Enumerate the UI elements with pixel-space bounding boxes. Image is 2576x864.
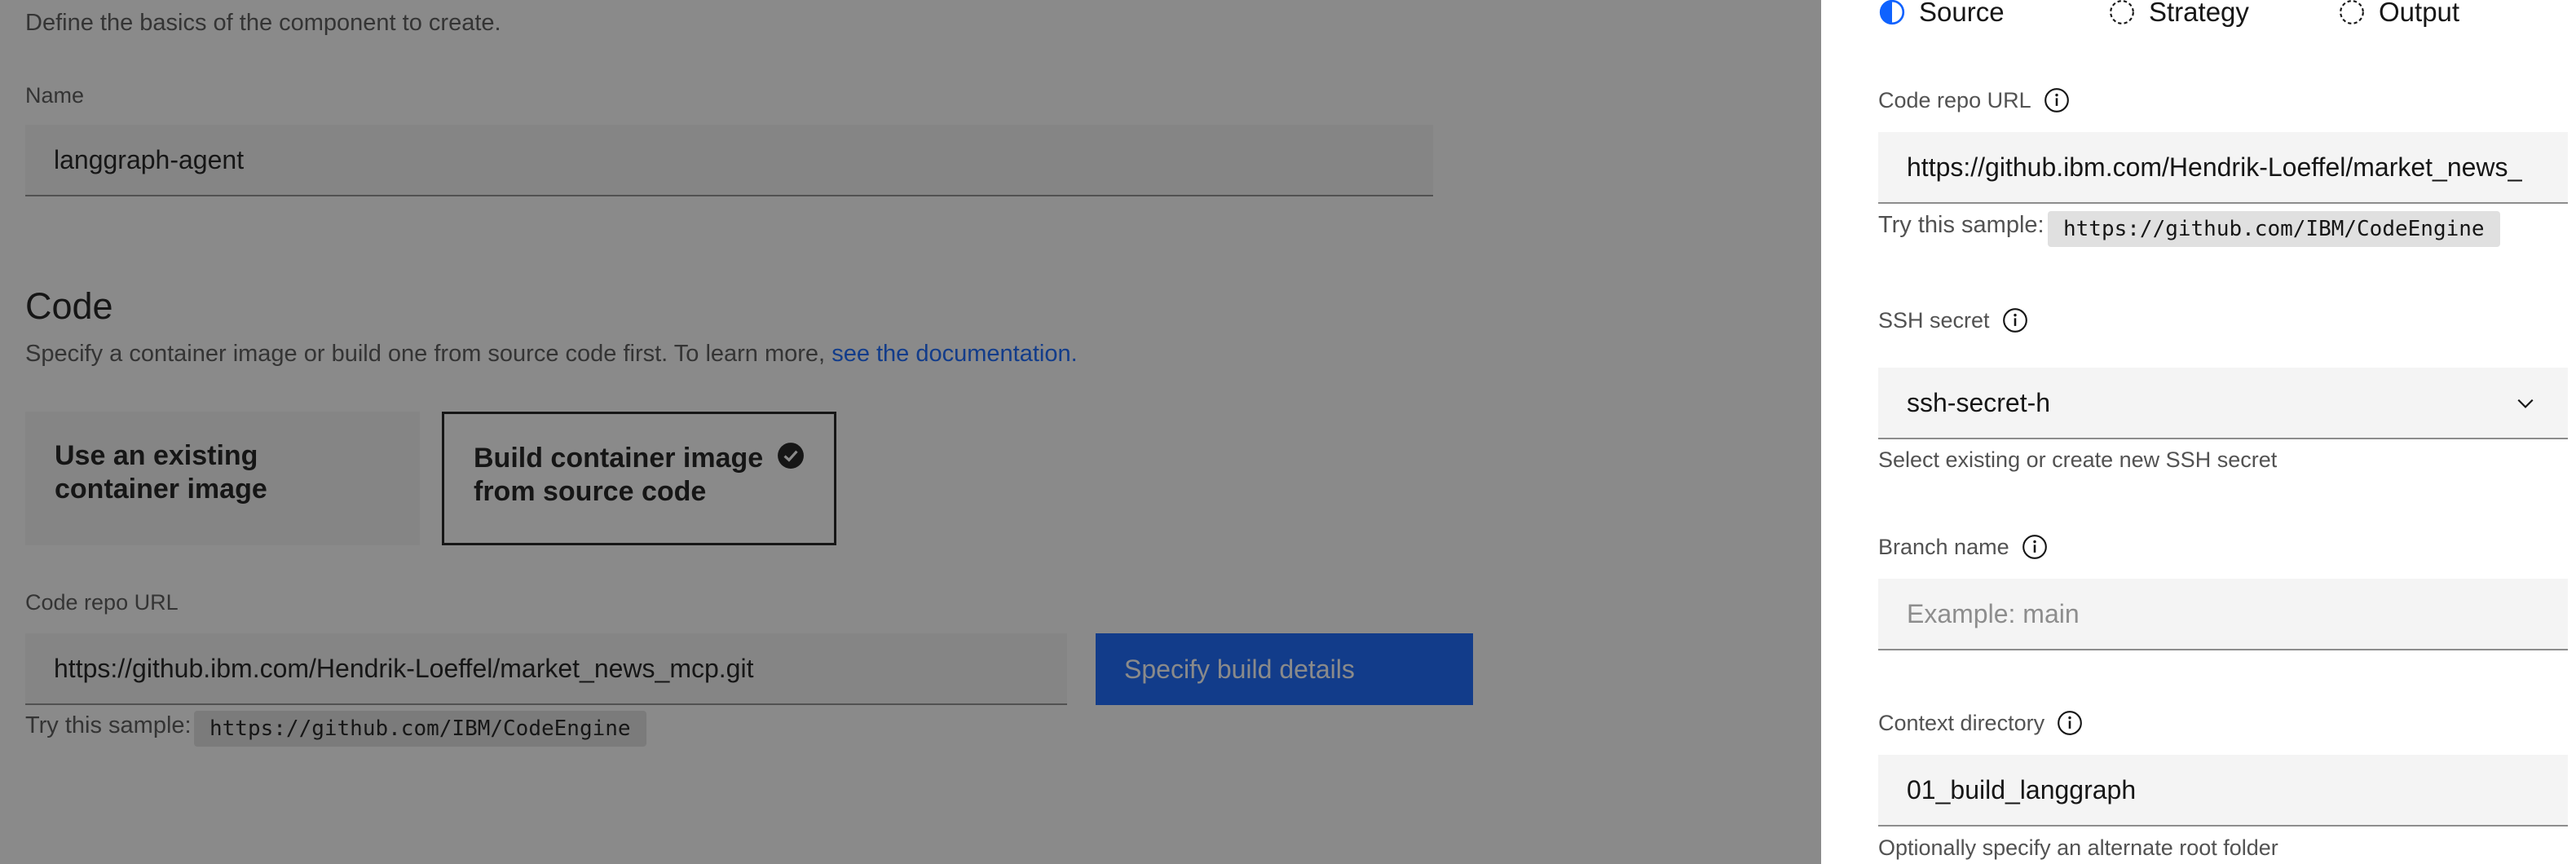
step-incomplete-icon [2110, 0, 2134, 24]
ssh-secret-select[interactable]: ssh-secret-h [1878, 368, 2568, 439]
ssh-secret-helper: Select existing or create new SSH secret [1878, 447, 2278, 472]
step-output-label: Output [2379, 0, 2460, 27]
panel-repo-url-value: https://github.ibm.com/Hendrik-Loeffel/m… [1907, 152, 2523, 182]
context-directory-input[interactable]: 01_build_langgraph [1878, 755, 2568, 827]
panel-repo-url-input[interactable]: https://github.ibm.com/Hendrik-Loeffel/m… [1878, 132, 2568, 204]
info-icon[interactable] [2056, 709, 2084, 737]
panel-sample-label: Try this sample: [1878, 212, 2044, 238]
context-directory-label-text: Context directory [1878, 710, 2045, 735]
context-directory-value: 01_build_langgraph [1907, 774, 2137, 804]
branch-name-label-text: Branch name [1878, 534, 2009, 559]
info-icon[interactable] [2043, 86, 2071, 114]
chevron-down-icon [2517, 399, 2534, 408]
context-directory-helper: Optionally specify an alternate root fol… [1878, 835, 2278, 860]
info-icon[interactable] [2021, 533, 2049, 561]
panel-repo-url-label: Code repo URL [1878, 86, 2071, 114]
panel-repo-url-label-text: Code repo URL [1878, 87, 2031, 112]
branch-name-label: Branch name [1878, 533, 2049, 561]
modal-overlay[interactable] [0, 0, 1821, 864]
ssh-secret-value: ssh-secret-h [1907, 387, 2051, 417]
context-directory-label: Context directory [1878, 709, 2084, 737]
ssh-secret-label: SSH secret [1878, 306, 2029, 334]
ssh-secret-label-text: SSH secret [1878, 307, 1990, 333]
step-strategy-label: Strategy [2149, 0, 2249, 27]
step-incomplete-icon [2340, 0, 2364, 24]
info-icon[interactable] [2001, 306, 2029, 334]
branch-name-input[interactable]: Example: main [1878, 579, 2568, 650]
panel-sample-url-text: https://github.com/IBM/CodeEngine [2063, 217, 2485, 241]
build-details-panel: Source Strategy Output Code repo URL htt… [1821, 0, 2576, 864]
step-current-icon [1879, 0, 1905, 25]
panel-sample-url-chip[interactable]: https://github.com/IBM/CodeEngine [2048, 211, 2500, 247]
step-output[interactable]: Output [2338, 0, 2459, 28]
step-source[interactable]: Source [1878, 0, 2005, 28]
branch-name-placeholder: Example: main [1907, 598, 2080, 628]
step-source-label: Source [1919, 0, 2005, 27]
step-strategy[interactable]: Strategy [2108, 0, 2249, 28]
